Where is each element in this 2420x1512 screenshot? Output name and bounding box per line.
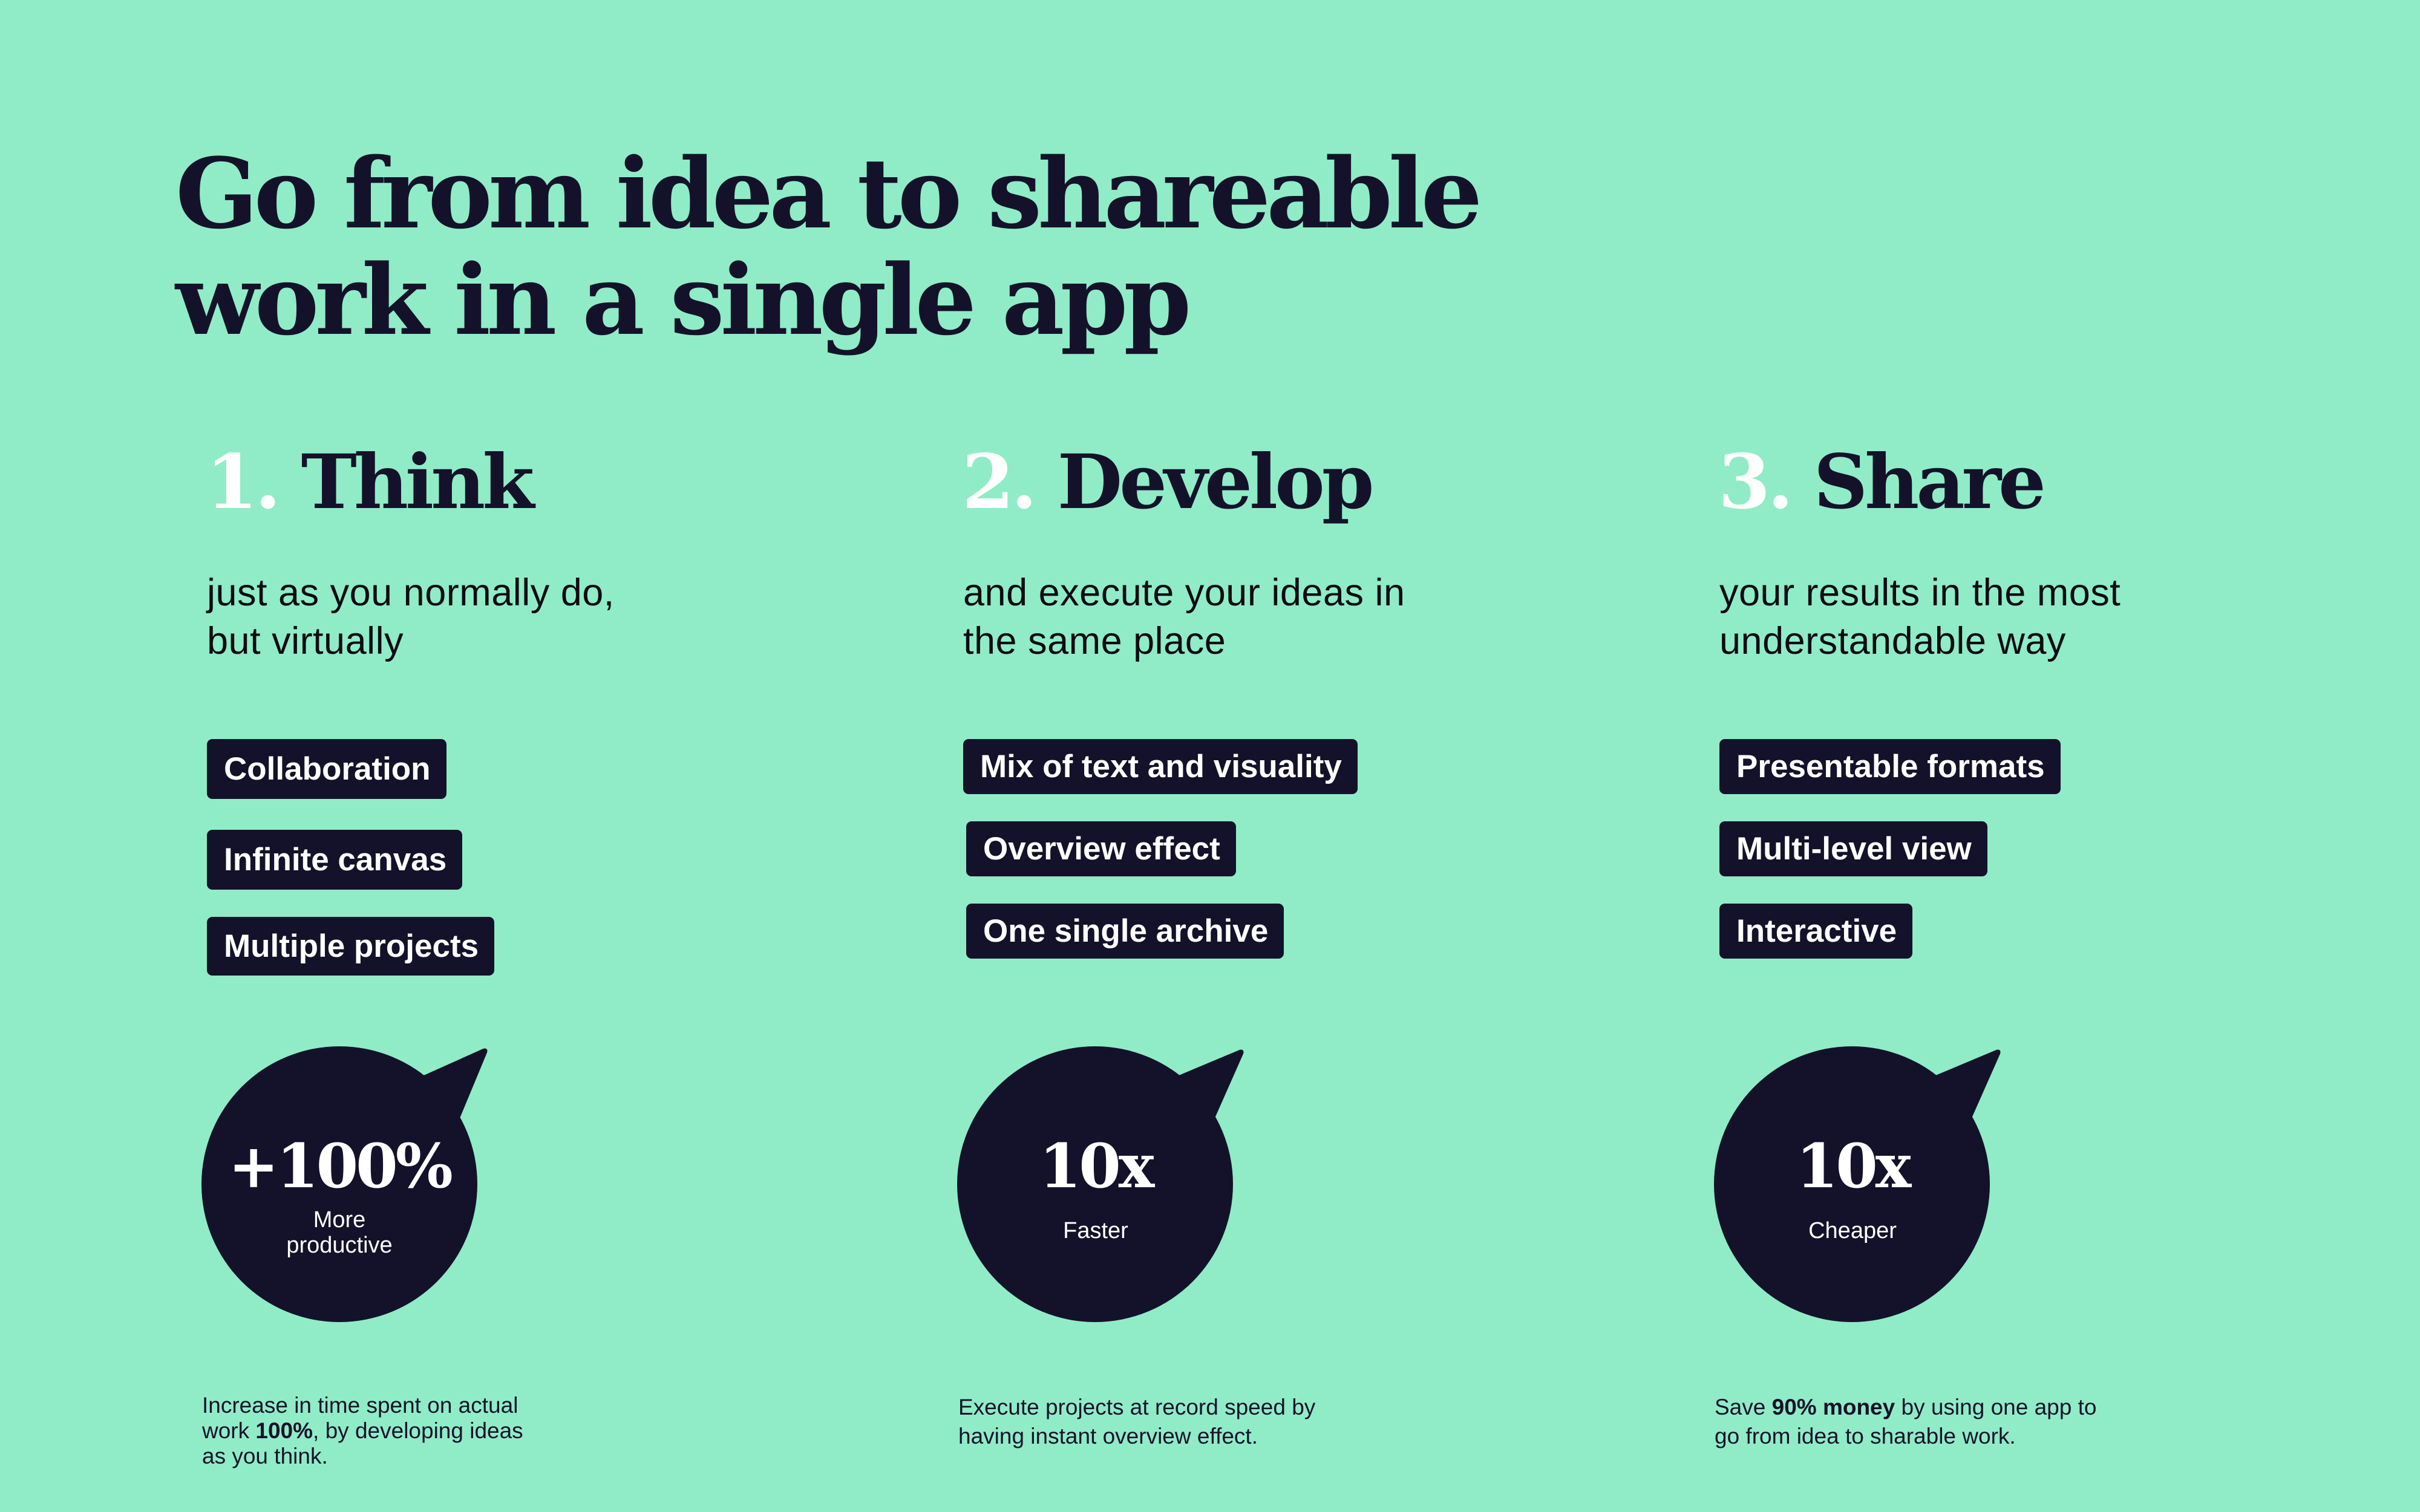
- page-headline: Go from idea to shareable work in a sing…: [175, 137, 1482, 353]
- feature-tag-multi-level-view: Multi-level view: [1719, 821, 1987, 876]
- stat-bubble: 10x Cheaper: [1713, 1045, 2028, 1360]
- stat-bubble: +100% More productive: [200, 1045, 515, 1360]
- step-title: Develop: [1057, 438, 1375, 526]
- speech-bubble-icon: [1714, 1046, 2001, 1322]
- feature-tag-one-single-archive: One single archive: [966, 904, 1284, 959]
- caption-text: , by developing ideas: [313, 1418, 523, 1443]
- subtitle-line: and execute your ideas in: [963, 572, 1405, 614]
- subtitle-line: but virtually: [207, 620, 404, 662]
- headline-line-2: work in a single app: [175, 243, 1191, 357]
- step-title: Share: [1813, 438, 2046, 526]
- caption-highlight: 100%: [255, 1418, 313, 1443]
- column-subtitle: your results in the most understandable …: [1719, 569, 2121, 665]
- feature-tag-multiple-projects: Multiple projects: [207, 917, 495, 976]
- caption-text: Save: [1715, 1395, 1772, 1419]
- subtitle-line: just as you normally do,: [207, 572, 615, 614]
- stat-bubble: 10x Faster: [957, 1045, 1271, 1360]
- feature-tag-mix-text-visuality: Mix of text and visuality: [963, 739, 1358, 794]
- column-subtitle: just as you normally do, but virtually: [207, 569, 615, 665]
- stat-value: 10x: [1796, 1130, 1912, 1202]
- column-title: 3. Share: [1718, 438, 2046, 526]
- stat-label: Cheaper: [1808, 1218, 1897, 1243]
- caption-text: by using one app to: [1895, 1395, 2097, 1419]
- feature-tag-overview-effect: Overview effect: [966, 821, 1236, 876]
- feature-tag-presentable-formats: Presentable formats: [1719, 739, 2061, 794]
- feature-tag-collaboration: Collaboration: [207, 739, 446, 799]
- column-caption: Execute projects at record speed by havi…: [958, 1393, 1315, 1451]
- column-title: 1. Think: [206, 438, 535, 526]
- stat-value: +100%: [228, 1130, 453, 1202]
- caption-highlight: 90% money: [1771, 1395, 1895, 1419]
- step-number: 1.: [206, 438, 281, 526]
- feature-tag-infinite-canvas: Infinite canvas: [207, 830, 463, 890]
- speech-bubble-icon: [957, 1046, 1244, 1322]
- speech-bubble-icon: [201, 1046, 488, 1322]
- column-caption: Increase in time spent on actual work 10…: [202, 1393, 523, 1469]
- caption-text: work: [202, 1418, 256, 1443]
- caption-line: Execute projects at record speed by: [958, 1395, 1316, 1419]
- column-title: 2. Develop: [962, 438, 1375, 526]
- subtitle-line: your results in the most: [1719, 572, 2121, 614]
- column-subtitle: and execute your ideas in the same place: [963, 569, 1405, 665]
- stat-label: Faster: [1063, 1218, 1128, 1243]
- caption-line: having instant overview effect.: [958, 1424, 1258, 1448]
- column-caption: Save 90% money by using one app to go fr…: [1715, 1393, 2096, 1451]
- step-number: 2.: [962, 438, 1037, 526]
- subtitle-line: understandable way: [1719, 620, 2066, 662]
- caption-line: go from idea to sharable work.: [1715, 1424, 2016, 1448]
- feature-tag-interactive: Interactive: [1719, 904, 1913, 959]
- step-number: 3.: [1718, 438, 1793, 526]
- caption-line: as you think.: [202, 1444, 328, 1468]
- caption-line: Increase in time spent on actual: [202, 1393, 518, 1418]
- stat-value: 10x: [1039, 1130, 1155, 1202]
- step-title: Think: [301, 438, 535, 526]
- subtitle-line: the same place: [963, 620, 1226, 662]
- stat-label: More productive: [286, 1207, 393, 1258]
- headline-line-1: Go from idea to shareable: [175, 137, 1482, 250]
